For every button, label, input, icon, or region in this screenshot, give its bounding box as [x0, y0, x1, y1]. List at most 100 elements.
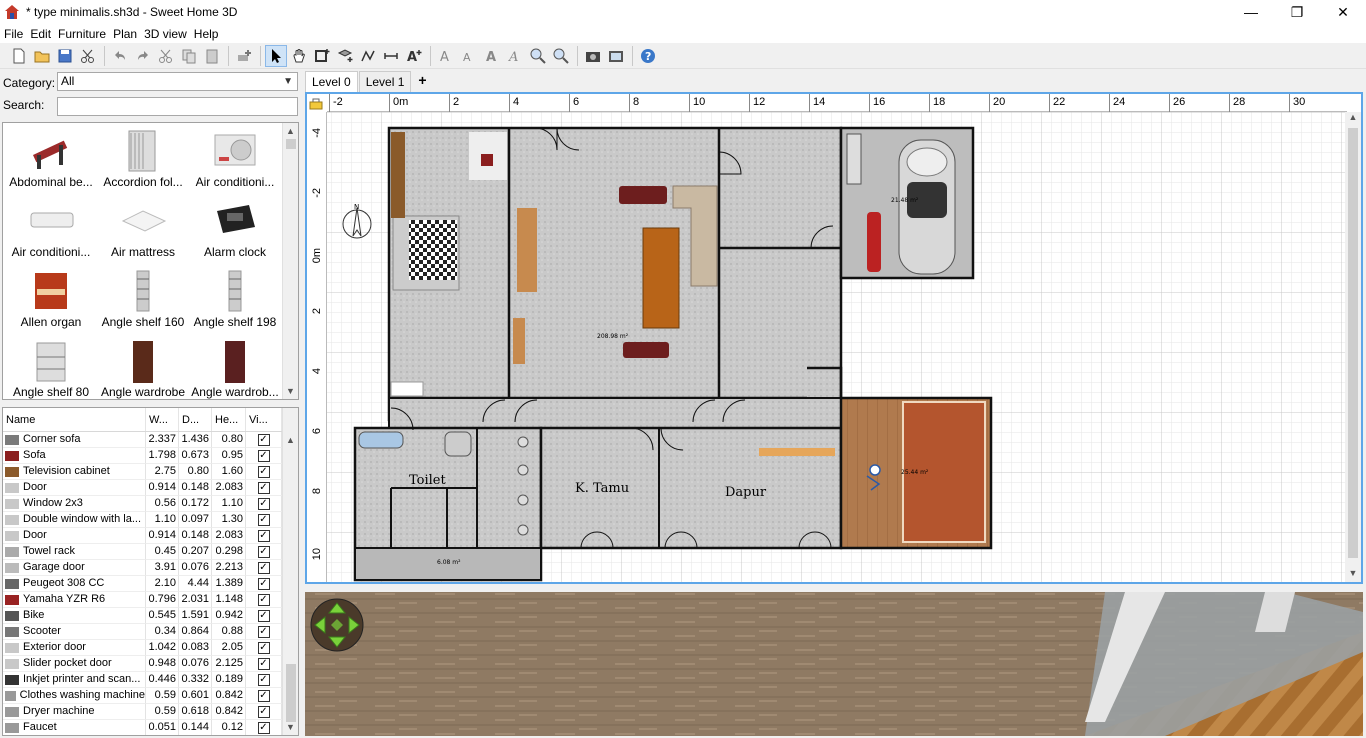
italic-text-button[interactable]: A [504, 45, 526, 67]
undo-button[interactable] [109, 45, 131, 67]
zoom-out-button[interactable] [550, 45, 572, 67]
copy-button[interactable] [178, 45, 200, 67]
create-rooms-button[interactable] [334, 45, 356, 67]
catalog-item[interactable]: Angle shelf 80 [5, 335, 97, 399]
table-row[interactable]: Double window with la... 1.10 0.097 1.30 ✓ [3, 512, 282, 528]
plan-scrollbar[interactable]: ▲ ▼ [1345, 112, 1361, 582]
scroll-up-icon[interactable]: ▲ [283, 432, 298, 448]
save-button[interactable] [54, 45, 76, 67]
level-lock-icon[interactable] [309, 96, 323, 110]
table-row[interactable]: Peugeot 308 CC 2.10 4.44 1.389 ✓ [3, 576, 282, 592]
tab-level-1[interactable]: Level 1 [358, 71, 412, 92]
visible-checkbox[interactable]: ✓ [257, 593, 270, 606]
help-button[interactable]: ? [637, 45, 659, 67]
scroll-thumb[interactable] [286, 664, 296, 722]
scroll-thumb[interactable] [286, 139, 296, 149]
decrease-text-size-button[interactable]: A [458, 45, 480, 67]
visible-checkbox[interactable]: ✓ [257, 689, 270, 702]
table-row[interactable]: Yamaha YZR R6 0.796 2.031 1.148 ✓ [3, 592, 282, 608]
visible-checkbox[interactable]: ✓ [257, 433, 270, 446]
close-button[interactable]: ✕ [1320, 0, 1366, 24]
create-walls-button[interactable] [311, 45, 333, 67]
open-button[interactable] [31, 45, 53, 67]
increase-text-size-button[interactable]: A [435, 45, 457, 67]
catalog-item[interactable]: Air conditioni... [189, 125, 281, 195]
table-row[interactable]: Sofa 1.798 0.673 0.95 ✓ [3, 448, 282, 464]
maximize-button[interactable]: ❐ [1274, 0, 1320, 24]
create-polylines-button[interactable] [357, 45, 379, 67]
create-video-button[interactable] [605, 45, 627, 67]
catalog-item[interactable]: Angle wardrobe [97, 335, 189, 399]
catalog-item[interactable]: Angle shelf 160 [97, 265, 189, 335]
column-visible[interactable]: Vi... [246, 408, 282, 431]
visible-checkbox[interactable]: ✓ [257, 721, 270, 734]
visible-checkbox[interactable]: ✓ [257, 497, 270, 510]
add-level-button[interactable]: + [412, 71, 433, 92]
scroll-down-icon[interactable]: ▼ [283, 383, 298, 399]
category-select[interactable]: All ▼ [57, 72, 298, 91]
visible-checkbox[interactable]: ✓ [257, 465, 270, 478]
floor-plan-canvas[interactable]: N Toilet K. Tamu Dapur 208.98 m² 6.08 m²… [327, 112, 1347, 582]
cut-button[interactable] [155, 45, 177, 67]
scroll-up-icon[interactable]: ▲ [1345, 112, 1361, 126]
visible-checkbox[interactable]: ✓ [257, 561, 270, 574]
new-home-button[interactable] [8, 45, 30, 67]
visible-checkbox[interactable]: ✓ [257, 577, 270, 590]
column-name[interactable]: Name [3, 408, 146, 431]
pan-mode-button[interactable] [288, 45, 310, 67]
plan-view[interactable]: -2 0m 2 4 6 8 10 12 14 16 18 20 22 24 26 28 30 -4 -2 0m 2 4 6… [305, 92, 1363, 584]
visible-checkbox[interactable]: ✓ [257, 609, 270, 622]
column-width[interactable]: W... [146, 408, 179, 431]
menu-help[interactable]: Help [194, 27, 224, 41]
visible-checkbox[interactable]: ✓ [257, 625, 270, 638]
table-row[interactable]: Faucet 0.051 0.144 0.12 ✓ [3, 720, 282, 735]
catalog-item[interactable]: Alarm clock [189, 195, 281, 265]
table-row[interactable]: Window 2x3 0.56 0.172 1.10 ✓ [3, 496, 282, 512]
catalog-item[interactable]: Angle wardrob... [189, 335, 281, 399]
table-row[interactable]: Dryer machine 0.59 0.618 0.842 ✓ [3, 704, 282, 720]
catalog-item[interactable]: Allen organ [5, 265, 97, 335]
menu-file[interactable]: File [4, 27, 28, 41]
menu-furniture[interactable]: Furniture [58, 27, 111, 41]
visible-checkbox[interactable]: ✓ [257, 513, 270, 526]
menu-edit[interactable]: Edit [30, 27, 56, 41]
view-splitter[interactable]: ▲▼ [305, 585, 1363, 598]
catalog-item[interactable]: Air mattress [97, 195, 189, 265]
paste-button[interactable] [201, 45, 223, 67]
table-row[interactable]: Slider pocket door 0.948 0.076 2.125 ✓ [3, 656, 282, 672]
catalog-item[interactable]: Air conditioni... [5, 195, 97, 265]
menu-3d-view[interactable]: 3D view [144, 27, 192, 41]
column-depth[interactable]: D... [179, 408, 212, 431]
redo-button[interactable] [132, 45, 154, 67]
menu-plan[interactable]: Plan [113, 27, 142, 41]
table-row[interactable]: Garage door 3.91 0.076 2.213 ✓ [3, 560, 282, 576]
table-row[interactable]: Inkjet printer and scan... 0.446 0.332 0.18… [3, 672, 282, 688]
minimize-button[interactable]: — [1228, 0, 1274, 24]
add-furniture-button[interactable] [233, 45, 255, 67]
add-text-button[interactable]: A [403, 45, 425, 67]
scroll-down-icon[interactable]: ▼ [283, 719, 298, 735]
scroll-down-icon[interactable]: ▼ [1345, 568, 1361, 582]
table-scrollbar[interactable]: ▲ ▼ [282, 408, 298, 735]
create-dimensions-button[interactable] [380, 45, 402, 67]
table-row[interactable]: Scooter 0.34 0.864 0.88 ✓ [3, 624, 282, 640]
table-row[interactable]: Door 0.914 0.148 2.083 ✓ [3, 528, 282, 544]
scroll-up-icon[interactable]: ▲ [283, 123, 298, 139]
visible-checkbox[interactable]: ✓ [257, 449, 270, 462]
visible-checkbox[interactable]: ✓ [257, 529, 270, 542]
scroll-thumb[interactable] [1348, 128, 1358, 558]
table-row[interactable]: Bike 0.545 1.591 0.942 ✓ [3, 608, 282, 624]
bold-text-button[interactable]: A [481, 45, 503, 67]
table-row[interactable]: Exterior door 1.042 0.083 2.05 ✓ [3, 640, 282, 656]
catalog-item[interactable]: Accordion fol... [97, 125, 189, 195]
catalog-item[interactable]: Angle shelf 198 [189, 265, 281, 335]
zoom-in-button[interactable] [527, 45, 549, 67]
navigation-pad[interactable] [310, 598, 364, 652]
catalog-scrollbar[interactable]: ▲ ▼ [282, 123, 298, 399]
tab-level-0[interactable]: Level 0 [305, 71, 358, 92]
table-row[interactable]: Towel rack 0.45 0.207 0.298 ✓ [3, 544, 282, 560]
create-photo-button[interactable] [582, 45, 604, 67]
search-input[interactable] [57, 97, 298, 116]
visible-checkbox[interactable]: ✓ [257, 481, 270, 494]
visible-checkbox[interactable]: ✓ [257, 673, 270, 686]
